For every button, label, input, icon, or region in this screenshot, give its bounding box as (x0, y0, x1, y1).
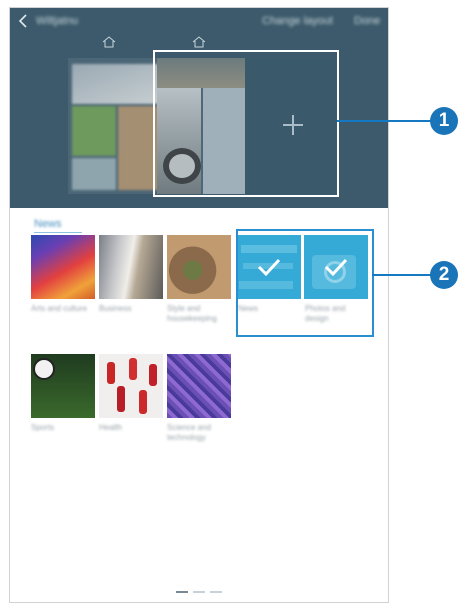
category-thumbnail[interactable] (99, 235, 163, 299)
device-screen: Wiltjatnu Change layout Done News Arts a… (9, 7, 389, 603)
callout-leader-line (372, 274, 432, 276)
section-underline (34, 232, 82, 233)
home-page-icon[interactable] (192, 36, 206, 48)
category-label: Science and technology (167, 423, 212, 442)
category-thumbnail[interactable] (99, 354, 163, 418)
action-bar: Wiltjatnu Change layout Done (10, 8, 388, 34)
category-thumbnail[interactable] (167, 235, 231, 299)
category-thumbnail[interactable] (31, 354, 95, 418)
category-label: Business (99, 304, 132, 313)
category-label: Style and housekeeping (167, 304, 217, 323)
current-page-selection-frame (153, 50, 339, 197)
category-label: Health (99, 423, 123, 432)
screen-title: Wiltjatnu (36, 15, 79, 27)
category-thumbnail[interactable] (167, 354, 231, 418)
home-page-icon[interactable] (102, 36, 116, 48)
back-arrow-icon[interactable] (16, 13, 30, 29)
page-overview-panel: Wiltjatnu Change layout Done (10, 8, 388, 208)
category-label: Arts and culture (31, 304, 88, 313)
page-indicator-active (176, 591, 188, 593)
page-indicator (210, 591, 222, 593)
page-indicator (193, 591, 205, 593)
change-layout-button[interactable]: Change layout (262, 15, 333, 27)
callout-badge: 1 (430, 107, 458, 135)
callout-leader-line (337, 120, 432, 122)
selected-categories-frame (236, 229, 374, 337)
section-title: News (34, 218, 62, 230)
category-thumbnail[interactable] (31, 235, 95, 299)
done-button[interactable]: Done (354, 15, 380, 27)
category-label: Sports (31, 423, 55, 432)
callout-badge: 2 (430, 261, 458, 289)
